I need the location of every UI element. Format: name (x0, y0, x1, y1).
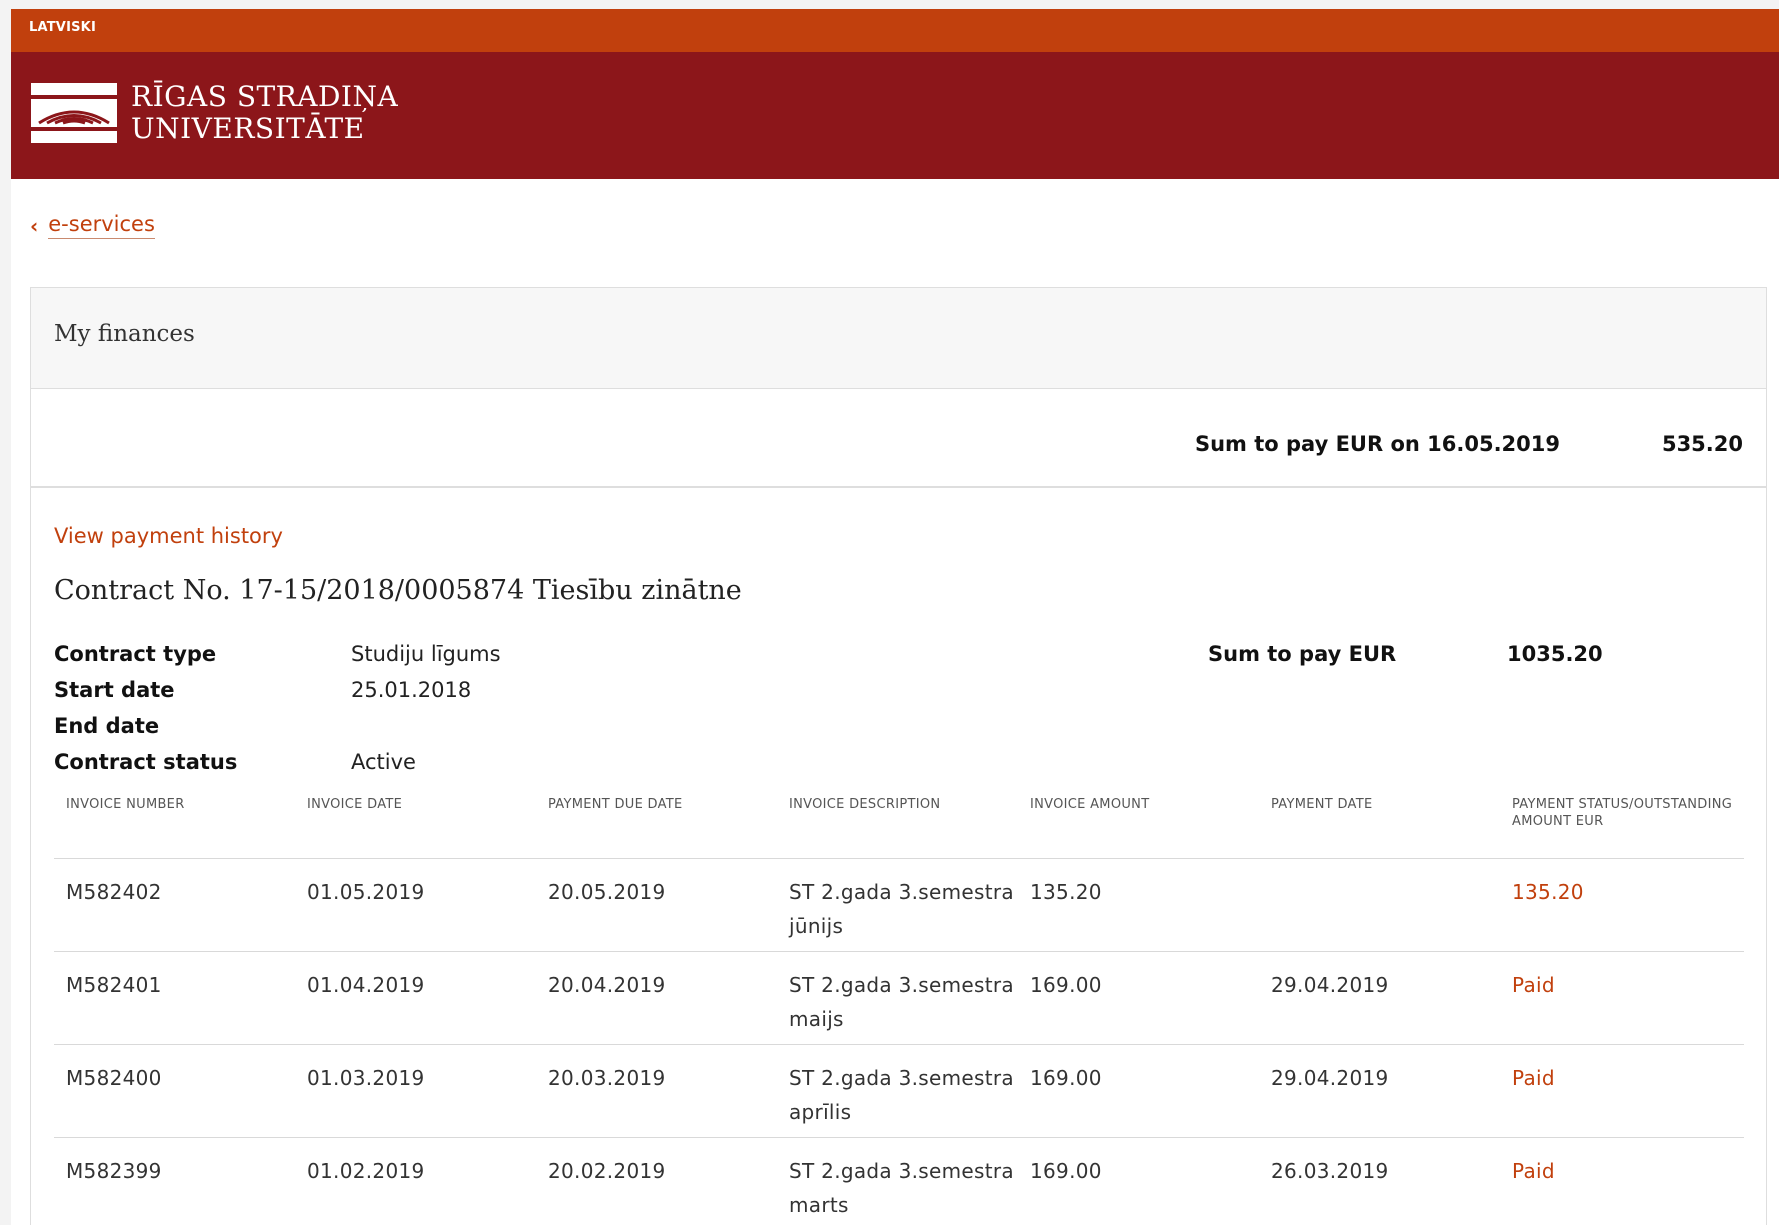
finances-title: My finances (54, 321, 195, 347)
invoice-date: 01.02.2019 (307, 1159, 425, 1183)
contract-detail-row: Contract type Studiju līgums (54, 636, 501, 672)
invoice-amount: 169.00 (1030, 973, 1102, 997)
header-invoice-amount: INVOICE AMOUNT (1030, 797, 1150, 812)
university-name: RĪGAS STRADIŅA UNIVERSITĀTE (131, 81, 398, 145)
top-edge (0, 0, 1779, 9)
invoices-table: INVOICE NUMBER INVOICE DATE PAYMENT DUE … (54, 796, 1744, 1225)
payment-date: 29.04.2019 (1271, 973, 1389, 997)
start-date-label: Start date (54, 678, 175, 702)
finances-card: My finances Sum to pay EUR on 16.05.2019… (30, 287, 1767, 1225)
payment-status: Paid (1512, 973, 1555, 997)
invoice-number: M582399 (66, 1159, 162, 1183)
language-bar: LATVISKI (11, 9, 1779, 52)
payment-status: Paid (1512, 1066, 1555, 1090)
contract-type-label: Contract type (54, 642, 217, 666)
contract-sum-value: 1035.20 (1507, 642, 1603, 666)
header-payment-due-date: PAYMENT DUE DATE (548, 797, 683, 812)
chevron-left-icon: ‹ (30, 213, 39, 238)
invoice-date: 01.03.2019 (307, 1066, 425, 1090)
payment-date: 29.04.2019 (1271, 1066, 1389, 1090)
payment-due-date: 20.02.2019 (548, 1159, 666, 1183)
back-link-label: e-services (48, 212, 155, 239)
invoice-amount: 169.00 (1030, 1159, 1102, 1183)
language-switch-link[interactable]: LATVISKI (29, 20, 96, 35)
payment-date (1259, 859, 1500, 951)
end-date-label: End date (54, 714, 160, 738)
payment-date: 26.03.2019 (1271, 1159, 1389, 1183)
payment-status: 135.20 (1512, 880, 1584, 904)
university-name-line2: UNIVERSITĀTE (131, 112, 365, 145)
left-edge (0, 0, 11, 1225)
header-invoice-date: INVOICE DATE (307, 797, 403, 812)
view-payment-history-link[interactable]: View payment history (54, 524, 283, 548)
contract-title: Contract No. 17-15/2018/0005874 Tiesību … (54, 575, 742, 606)
payment-due-date: 20.03.2019 (548, 1066, 666, 1090)
invoice-date: 01.05.2019 (307, 880, 425, 904)
invoices-table-header: INVOICE NUMBER INVOICE DATE PAYMENT DUE … (54, 796, 1744, 859)
table-row: M582399 01.02.2019 20.02.2019 ST 2.gada … (54, 1138, 1744, 1225)
university-emblem-icon (31, 83, 117, 143)
finances-card-header: My finances (31, 288, 1766, 389)
total-sum-label: Sum to pay EUR on 16.05.2019 (1194, 432, 1560, 456)
table-row: M582402 01.05.2019 20.05.2019 ST 2.gada … (54, 859, 1744, 952)
contract-status-value: Active (351, 750, 416, 774)
contract-status-label: Contract status (54, 750, 238, 774)
brand-header: RĪGAS STRADIŅA UNIVERSITĀTE (11, 52, 1779, 179)
header-payment-date: PAYMENT DATE (1271, 797, 1373, 812)
invoice-number: M582400 (66, 1066, 162, 1090)
back-to-eservices-link[interactable]: ‹ e-services (30, 212, 155, 239)
page: LATVISKI RĪGAS STRADIŅA UNIVERSITĀTE ‹ e… (0, 0, 1779, 1225)
contract-detail-row: End date (54, 708, 501, 744)
start-date-value: 25.01.2018 (351, 678, 472, 702)
table-row: M582401 01.04.2019 20.04.2019 ST 2.gada … (54, 952, 1744, 1045)
invoice-amount: 169.00 (1030, 1066, 1102, 1090)
invoice-description: ST 2.gada 3.semestra maijs (789, 973, 1014, 1031)
university-name-line1: RĪGAS STRADIŅA (131, 80, 399, 113)
university-logo[interactable]: RĪGAS STRADIŅA UNIVERSITĀTE (31, 81, 398, 145)
invoice-description: ST 2.gada 3.semestra marts (789, 1159, 1014, 1217)
total-sum-value: 535.20 (1661, 432, 1743, 456)
header-invoice-description: INVOICE DESCRIPTION (789, 797, 941, 812)
invoice-description: ST 2.gada 3.semestra aprīlis (789, 1066, 1014, 1124)
invoice-number: M582402 (66, 880, 162, 904)
contract-type-value: Studiju līgums (351, 642, 501, 666)
invoice-date: 01.04.2019 (307, 973, 425, 997)
contract-details: Contract type Studiju līgums Start date … (54, 636, 501, 780)
invoice-number: M582401 (66, 973, 162, 997)
payment-due-date: 20.04.2019 (548, 973, 666, 997)
total-sum-row: Sum to pay EUR on 16.05.2019 535.20 (31, 389, 1766, 488)
contract-detail-row: Contract status Active (54, 744, 501, 780)
table-row: M582400 01.03.2019 20.03.2019 ST 2.gada … (54, 1045, 1744, 1138)
contract-detail-row: Start date 25.01.2018 (54, 672, 501, 708)
header-payment-status: PAYMENT STATUS/OUTSTANDING AMOUNT EUR (1512, 797, 1733, 829)
header-invoice-number: INVOICE NUMBER (66, 797, 185, 812)
contract-sum-label: Sum to pay EUR (1208, 642, 1397, 666)
invoice-amount: 135.20 (1030, 880, 1102, 904)
payment-status: Paid (1512, 1159, 1555, 1183)
invoice-description: ST 2.gada 3.semestra jūnijs (789, 880, 1014, 938)
payment-due-date: 20.05.2019 (548, 880, 666, 904)
